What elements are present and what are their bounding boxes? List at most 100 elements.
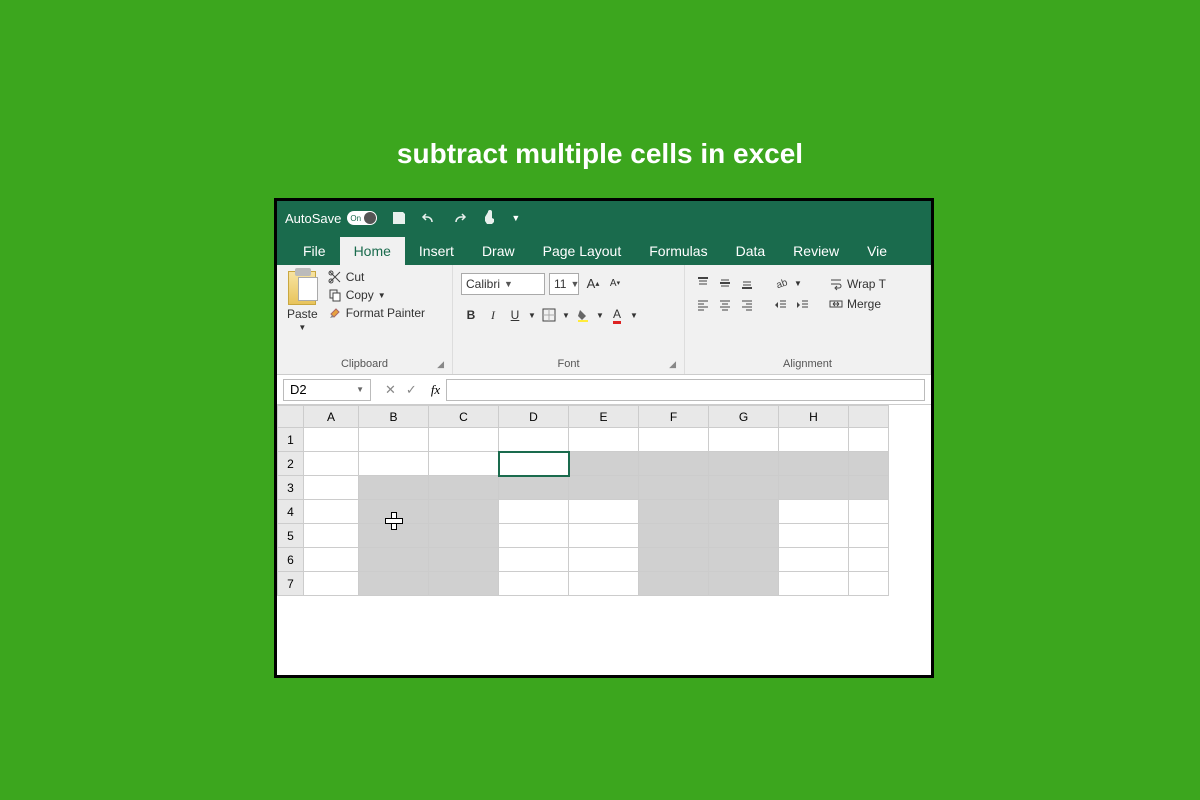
cell[interactable]	[779, 524, 849, 548]
cell[interactable]	[499, 548, 569, 572]
cell[interactable]	[639, 524, 709, 548]
align-middle-icon[interactable]	[715, 273, 735, 293]
cell[interactable]	[429, 452, 499, 476]
increase-indent-icon[interactable]	[793, 295, 813, 315]
cell[interactable]	[429, 476, 499, 500]
cell[interactable]	[359, 428, 429, 452]
tab-home[interactable]: Home	[340, 237, 405, 265]
cell[interactable]	[499, 428, 569, 452]
cell[interactable]	[849, 428, 889, 452]
undo-icon[interactable]	[421, 210, 437, 226]
autosave-toggle[interactable]: AutoSave On	[285, 211, 377, 226]
fx-label[interactable]: fx	[425, 382, 446, 398]
cell[interactable]	[569, 500, 639, 524]
row-header[interactable]: 2	[278, 452, 304, 476]
cell[interactable]	[429, 500, 499, 524]
cell[interactable]	[709, 452, 779, 476]
cell[interactable]	[304, 500, 359, 524]
cell[interactable]	[639, 452, 709, 476]
save-icon[interactable]	[391, 210, 407, 226]
qat-dropdown-icon[interactable]: ▼	[511, 213, 520, 223]
italic-button[interactable]: I	[483, 305, 503, 325]
orientation-dropdown-icon[interactable]: ▼	[793, 273, 803, 293]
cell[interactable]	[304, 476, 359, 500]
formula-input[interactable]	[446, 379, 925, 401]
cell[interactable]	[709, 548, 779, 572]
row-header[interactable]: 6	[278, 548, 304, 572]
name-box[interactable]: D2 ▼	[283, 379, 371, 401]
cell[interactable]	[709, 428, 779, 452]
redo-icon[interactable]	[451, 210, 467, 226]
borders-dropdown-icon[interactable]: ▼	[561, 305, 571, 325]
align-right-icon[interactable]	[737, 295, 757, 315]
align-left-icon[interactable]	[693, 295, 713, 315]
cell[interactable]	[359, 548, 429, 572]
tab-review[interactable]: Review	[779, 237, 853, 265]
underline-button[interactable]: U	[505, 305, 525, 325]
fill-dropdown-icon[interactable]: ▼	[595, 305, 605, 325]
font-launcher-icon[interactable]: ◢	[669, 359, 676, 370]
cell[interactable]	[304, 572, 359, 596]
cell[interactable]	[849, 572, 889, 596]
cell[interactable]	[499, 524, 569, 548]
font-size-combo[interactable]: 11▼	[549, 273, 579, 295]
cell[interactable]	[849, 548, 889, 572]
row-header[interactable]: 1	[278, 428, 304, 452]
column-header[interactable]: D	[499, 406, 569, 428]
tab-view[interactable]: Vie	[853, 237, 901, 265]
tab-data[interactable]: Data	[722, 237, 780, 265]
cell[interactable]	[639, 548, 709, 572]
cell[interactable]	[639, 572, 709, 596]
column-header[interactable]: G	[709, 406, 779, 428]
cell[interactable]	[849, 476, 889, 500]
tab-formulas[interactable]: Formulas	[635, 237, 721, 265]
cell[interactable]	[709, 572, 779, 596]
enter-formula-icon[interactable]: ✓	[406, 382, 417, 398]
cell[interactable]	[499, 500, 569, 524]
cell[interactable]	[779, 548, 849, 572]
spreadsheet-grid[interactable]: ABCDEFGH1234567	[277, 405, 931, 596]
column-header[interactable]	[849, 406, 889, 428]
cell[interactable]	[429, 428, 499, 452]
cell[interactable]	[359, 500, 429, 524]
row-header[interactable]: 5	[278, 524, 304, 548]
touch-mode-icon[interactable]	[481, 210, 497, 226]
row-header[interactable]: 7	[278, 572, 304, 596]
font-name-combo[interactable]: Calibri▼	[461, 273, 545, 295]
cell[interactable]	[569, 428, 639, 452]
select-all-corner[interactable]	[278, 406, 304, 428]
cancel-formula-icon[interactable]: ✕	[385, 382, 396, 398]
cell[interactable]	[709, 524, 779, 548]
name-box-dropdown-icon[interactable]: ▼	[356, 385, 364, 394]
cell[interactable]	[849, 524, 889, 548]
align-center-icon[interactable]	[715, 295, 735, 315]
cell[interactable]	[304, 524, 359, 548]
cell[interactable]	[569, 572, 639, 596]
autosave-switch[interactable]: On	[347, 211, 377, 225]
cell[interactable]	[429, 524, 499, 548]
cell[interactable]	[429, 548, 499, 572]
bold-button[interactable]: B	[461, 305, 481, 325]
wrap-text-button[interactable]: Wrap T	[829, 277, 886, 291]
cell[interactable]	[569, 452, 639, 476]
cell[interactable]	[779, 572, 849, 596]
cell[interactable]	[359, 476, 429, 500]
format-painter-button[interactable]: Format Painter	[326, 305, 427, 321]
cell[interactable]	[304, 428, 359, 452]
copy-button[interactable]: Copy ▼	[326, 287, 427, 303]
cell[interactable]	[849, 452, 889, 476]
copy-dropdown-icon[interactable]: ▼	[378, 291, 386, 300]
font-color-dropdown-icon[interactable]: ▼	[629, 305, 639, 325]
decrease-indent-icon[interactable]	[771, 295, 791, 315]
cell[interactable]	[569, 476, 639, 500]
column-header[interactable]: C	[429, 406, 499, 428]
paste-dropdown-icon[interactable]: ▼	[298, 323, 306, 332]
cell[interactable]	[779, 428, 849, 452]
cell[interactable]	[499, 476, 569, 500]
cell[interactable]	[359, 524, 429, 548]
increase-font-icon[interactable]: A▴	[583, 273, 603, 293]
merge-button[interactable]: Merge	[829, 297, 886, 311]
tab-draw[interactable]: Draw	[468, 237, 529, 265]
cell[interactable]	[849, 500, 889, 524]
paste-button[interactable]: Paste ▼	[285, 269, 320, 334]
